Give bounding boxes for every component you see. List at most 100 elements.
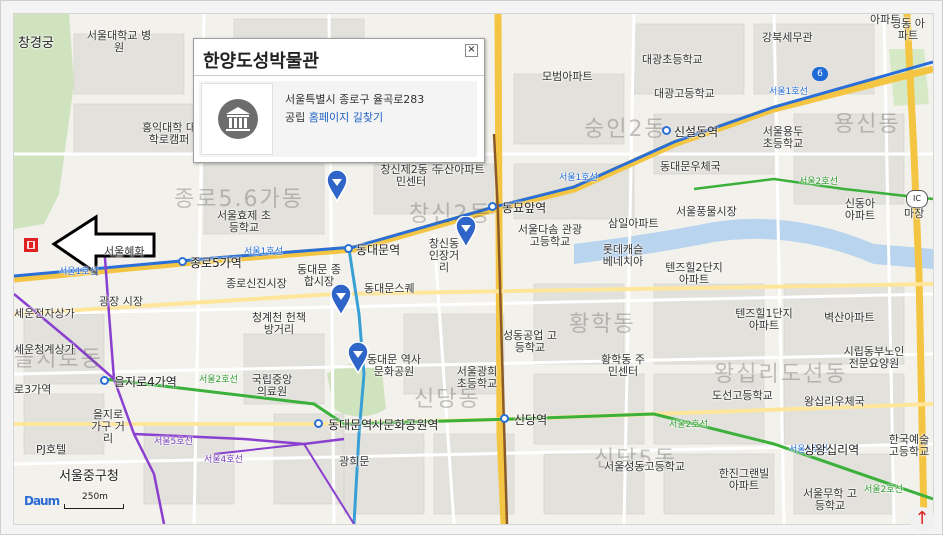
station-label[interactable]: 동대문역사문화공원역 xyxy=(328,419,438,431)
station-dot[interactable] xyxy=(488,202,497,211)
place-label: 왕십리우체국 xyxy=(804,395,865,408)
place-label: 서울대학교 병원 xyxy=(86,29,152,54)
place-label: 광희문 xyxy=(339,455,370,468)
place-label: 신동아 아파트 xyxy=(844,197,876,222)
place-label: 국립중앙 의료원 xyxy=(251,373,293,398)
close-button[interactable]: × xyxy=(465,44,478,57)
place-label: 종로신진시장 xyxy=(226,277,287,290)
station-dot[interactable] xyxy=(178,257,187,266)
location-pin[interactable] xyxy=(330,284,352,316)
place-label: 세운청계상가 xyxy=(14,343,75,356)
district-label: 종로5.6가동 xyxy=(174,187,304,212)
subway-line-label: 서울2호선 xyxy=(864,485,903,495)
place-label: 삼일아파트 xyxy=(608,217,659,230)
place-label: 서울광희 초등학교 xyxy=(456,365,498,390)
place-label: 마장 xyxy=(904,207,925,220)
daum-logo: Daum xyxy=(24,494,60,508)
place-label: 창경궁 xyxy=(18,36,54,51)
district-label: 황학동 xyxy=(569,312,636,337)
place-label: 동대문우체국 xyxy=(660,160,721,173)
station-label[interactable]: 신설동역 xyxy=(674,126,718,138)
station-dot[interactable] xyxy=(500,414,509,423)
popup-title: 한양도성박물관 xyxy=(203,51,319,72)
place-label: 황학동 주민센터 xyxy=(601,353,645,378)
place-label: 청계천 헌책방거리 xyxy=(251,311,307,336)
route-6-badge: 6 xyxy=(812,67,828,81)
place-label: 을지로 가구 거리 xyxy=(91,408,125,445)
place-label: 텐즈힐2단지 아파트 xyxy=(665,261,723,286)
district-label: 용신동 xyxy=(834,112,901,137)
place-label: 도선고등학교 xyxy=(712,389,773,402)
place-label: 시립동부노인 전문요양원 xyxy=(843,345,905,370)
popup-body: 서울특별시 종로구 율곡로283 공립 홈페이지 길찾기 xyxy=(199,81,477,157)
place-label: 한국예술 고등학교 xyxy=(888,433,930,458)
station-dot[interactable] xyxy=(314,419,323,428)
station-label[interactable]: 동대문역 xyxy=(356,244,400,256)
place-label: 서울혜화 xyxy=(104,245,145,258)
subway-line-label: 서울1호선 xyxy=(59,267,98,277)
place-label: 서울효제 초등학교 xyxy=(216,209,272,234)
district-label: 왕십리도선동 xyxy=(714,362,848,387)
subway-line-label: 서울2호선 xyxy=(199,375,238,385)
place-label: 세운전자상가 xyxy=(14,307,75,320)
subway-line-label: 서울4호선 xyxy=(204,455,243,465)
place-label: 두산아파트 xyxy=(434,163,485,176)
place-label: 동대문스퀘 xyxy=(364,282,415,295)
popup-address: 서울특별시 종로구 율곡로283 xyxy=(285,93,425,106)
station-label[interactable]: 을지로4가역 xyxy=(114,376,177,388)
place-label: 로3가역 xyxy=(14,383,52,396)
subway-line-label: 서울1호선 xyxy=(769,87,808,97)
museum-icon xyxy=(201,83,273,155)
place-label: 서울성동고등학교 xyxy=(604,460,685,473)
ic-badge: IC xyxy=(906,190,928,208)
place-label: 홍익대학 대학로캠퍼 xyxy=(141,121,197,146)
place-label: 강북세무관 xyxy=(762,31,813,44)
map-canvas[interactable]: 종로5.6가동 창신2동 숭인2동 용신동 황학동 왕십리도선동 신당동 을지로… xyxy=(13,13,934,525)
place-label: 대광고등학교 xyxy=(654,87,715,100)
place-label: 동대문 역사문화공원 xyxy=(366,353,422,378)
subway-line-label: 서울1호선 xyxy=(559,173,598,183)
place-label: 서울중구청 xyxy=(59,469,119,484)
popup-category: 공립 xyxy=(285,111,306,124)
location-pin[interactable] xyxy=(326,170,348,202)
station-dot[interactable] xyxy=(344,244,353,253)
homepage-link[interactable]: 홈페이지 xyxy=(309,111,349,124)
district-label: 창신2동 xyxy=(409,202,492,227)
place-label: 롯데캐슬 베네치아 xyxy=(602,243,644,268)
place-label: 벽산아파트 xyxy=(824,311,875,324)
district-label: 숭인2동 xyxy=(584,117,667,142)
popup-meta: 공립 홈페이지 길찾기 xyxy=(285,109,383,125)
station-label[interactable]: 상왕십리역 xyxy=(804,444,859,456)
subway-line-label: 서울5호선 xyxy=(154,437,193,447)
subway-line-label: 서울2호선 xyxy=(799,177,838,187)
location-pin[interactable] xyxy=(347,342,369,374)
place-label: 아파트 xyxy=(870,13,901,26)
place-label: 서울용두 초등학교 xyxy=(762,125,804,150)
scale-label: 250m xyxy=(82,492,108,502)
place-label: 서울다솜 관광고등학교 xyxy=(517,223,583,248)
place-label: 서울무학 고등학교 xyxy=(802,487,858,512)
station-label[interactable]: 신당역 xyxy=(514,414,547,426)
place-label: 서울풍물시장 xyxy=(676,205,737,218)
station-label[interactable]: 동묘앞역 xyxy=(502,202,546,214)
station-dot[interactable] xyxy=(662,126,671,135)
place-label: 대광초등학교 xyxy=(642,53,703,66)
place-label: 모범아파트 xyxy=(542,70,593,83)
district-label: 신당동 xyxy=(414,387,481,412)
popup-divider xyxy=(194,75,484,76)
directions-link[interactable]: 길찾기 xyxy=(353,111,383,124)
scroll-top-button[interactable]: ↑ xyxy=(909,507,935,531)
place-label: 광장 시장 xyxy=(99,295,143,308)
station-dot[interactable] xyxy=(100,376,109,385)
place-label: PJ호텔 xyxy=(36,443,67,456)
place-label: 텐즈힐1단지 아파트 xyxy=(735,307,793,332)
subway-line-label: 서울1호선 xyxy=(244,247,283,257)
station-label[interactable]: 종로5가역 xyxy=(190,257,242,269)
place-label: 한진그랜빌 아파트 xyxy=(718,467,770,492)
place-label: 성동공업 고등학교 xyxy=(502,329,558,354)
scale-line xyxy=(64,504,124,509)
map-frame: 종로5.6가동 창신2동 숭인2동 용신동 황학동 왕십리도선동 신당동 을지로… xyxy=(0,0,943,535)
subway-line-label: 서울2호선 xyxy=(669,420,708,430)
place-info-popup: 한양도성박물관 × 서울특별시 종로구 율곡로283 공립 홈페이지 길찾기 xyxy=(193,38,485,163)
location-pin[interactable] xyxy=(455,216,477,248)
